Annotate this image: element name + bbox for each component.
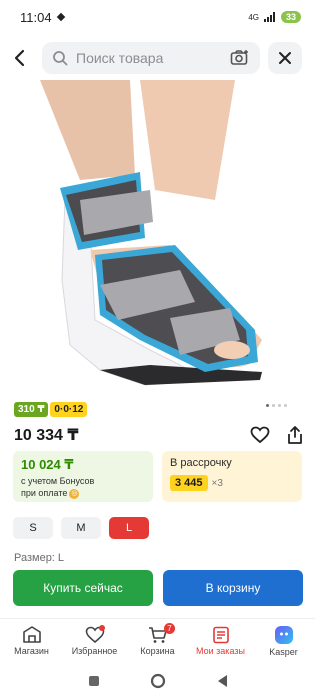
price-row: 10 334 ₸ (14, 422, 304, 448)
installment-title: В рассрочку (170, 457, 232, 469)
nav-item-kasper[interactable]: Kasper (252, 619, 315, 662)
installment-amount: 3 445 (170, 475, 208, 491)
nav-label-kasper: Kasper (269, 646, 298, 657)
size-option-s[interactable]: S (13, 517, 53, 539)
notification-icon (56, 12, 65, 22)
search-placeholder: Поиск товара (76, 50, 164, 66)
back-arrow-icon (14, 49, 25, 67)
orders-icon (212, 626, 229, 643)
bonus-price: 10 024 ₸ (21, 457, 74, 472)
bonus-badge: 310 ₸ (14, 402, 49, 417)
status-time: 11:04 (20, 9, 52, 25)
bonus-line-2-wrap: при оплате ◎ (21, 487, 145, 499)
buy-now-button[interactable]: Купить сейчас (13, 570, 153, 606)
coin-icon: ◎ (69, 488, 80, 499)
status-indicators: 4G 33 (248, 11, 301, 23)
recent-apps-icon[interactable] (88, 675, 100, 687)
pagination-dot-active (266, 404, 269, 407)
battery-indicator: 33 (280, 11, 301, 23)
installment-row: 3 445 ×3 (170, 475, 294, 491)
product-actions (250, 425, 304, 445)
bonus-line-1: с учетом Бонусов (21, 476, 95, 486)
payment-options: 10 024 ₸ с учетом Бонусов при оплате ◎ В … (13, 451, 303, 502)
close-button[interactable] (268, 42, 302, 74)
nav-label-favorites: Избранное (71, 645, 118, 656)
size-option-l[interactable]: L (109, 517, 149, 539)
cart-count-badge: 7 (164, 623, 175, 634)
add-to-cart-button[interactable]: В корзину (163, 570, 303, 606)
favorites-indicator-dot (99, 625, 105, 631)
system-navigation-bar (0, 662, 315, 700)
purchase-buttons: Купить сейчас В корзину (13, 570, 303, 606)
installment-multiplier: ×3 (211, 477, 223, 489)
nav-item-orders[interactable]: Мои заказы (189, 619, 252, 662)
back-triangle-icon[interactable] (216, 674, 228, 688)
search-input[interactable]: Поиск товара (42, 42, 260, 74)
network-label: 4G (248, 12, 259, 22)
close-icon (279, 52, 291, 64)
pagination-dot (272, 404, 275, 407)
promo-badges: 310 ₸ 0·0·12 (14, 402, 88, 417)
size-selector: S M L (13, 517, 149, 539)
favorite-heart-icon[interactable] (250, 426, 270, 444)
nav-item-store[interactable]: Магазин (0, 619, 63, 662)
bonus-description: с учетом Бонусов при оплате ◎ (21, 475, 145, 499)
bonus-price-card[interactable]: 10 024 ₸ с учетом Бонусов при оплате ◎ (13, 451, 153, 502)
back-button[interactable] (0, 40, 40, 76)
search-icon (53, 51, 68, 66)
selected-size-label: Размер: L (14, 552, 65, 564)
bonus-line-2: при оплате (21, 488, 68, 498)
nav-label-orders: Мои заказы (196, 645, 245, 656)
nav-item-favorites[interactable]: Избранное (63, 619, 126, 662)
installment-card[interactable]: В рассрочку 3 445 ×3 (162, 451, 302, 502)
gallery-pagination (266, 404, 287, 407)
size-option-m[interactable]: M (61, 517, 101, 539)
nav-item-cart[interactable]: 7 Корзина (126, 619, 189, 662)
camera-search-icon[interactable] (230, 49, 250, 67)
kasper-icon (274, 625, 293, 644)
store-icon (22, 625, 41, 643)
product-gallery[interactable] (0, 80, 315, 388)
pagination-dot (284, 404, 287, 407)
nav-label-cart: Корзина (140, 645, 175, 656)
search-header: Поиск товара (0, 40, 315, 76)
bottom-navigation: Магазин Избранное 7 Корзина Мои заказы K… (0, 618, 315, 662)
nav-label-store: Магазин (14, 645, 49, 656)
pagination-dot (278, 404, 281, 407)
home-icon[interactable] (150, 673, 166, 689)
product-price: 10 334 ₸ (14, 427, 79, 444)
product-image (40, 80, 262, 386)
signal-icon (263, 12, 275, 22)
installment-badge: 0·0·12 (50, 402, 88, 417)
status-bar: 11:04 4G 33 (0, 0, 315, 34)
share-icon[interactable] (286, 425, 304, 445)
